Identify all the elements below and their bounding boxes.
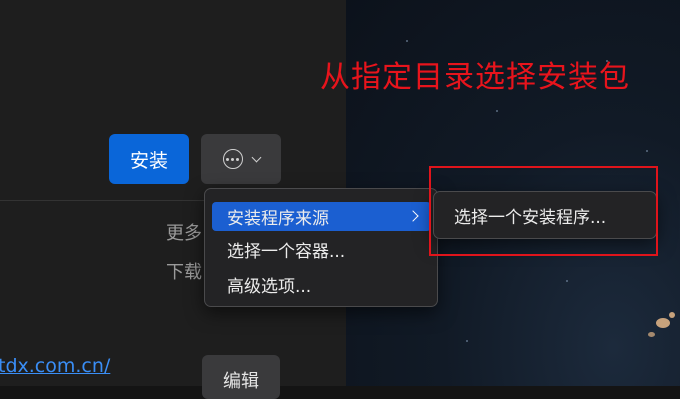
menu-item-installer-source[interactable]: 安装程序来源 — [212, 202, 431, 231]
download-label: 下载 — [166, 262, 202, 283]
chevron-right-icon — [407, 210, 419, 222]
menu-item-advanced-options[interactable]: 高级选项... — [212, 270, 431, 299]
annotation-highlight-box — [429, 166, 658, 256]
context-menu: 安装程序来源 选择一个容器... 高级选项... — [204, 188, 438, 307]
menu-item-label: 高级选项... — [227, 277, 312, 297]
edit-button[interactable]: 编辑 — [202, 355, 280, 399]
install-button[interactable]: 安装 — [109, 134, 189, 184]
chevron-down-icon — [251, 152, 261, 162]
more-label: 更多 — [166, 223, 202, 244]
more-options-button[interactable] — [201, 134, 281, 184]
menu-item-choose-container[interactable]: 选择一个容器... — [212, 235, 431, 264]
menu-item-label: 安装程序来源 — [227, 209, 329, 229]
ellipsis-circle-icon — [222, 149, 243, 169]
website-link[interactable]: tdx.com.cn/ — [0, 355, 110, 377]
menu-item-label: 选择一个容器... — [227, 242, 346, 262]
annotation-text: 从指定目录选择安装包 — [320, 60, 630, 95]
